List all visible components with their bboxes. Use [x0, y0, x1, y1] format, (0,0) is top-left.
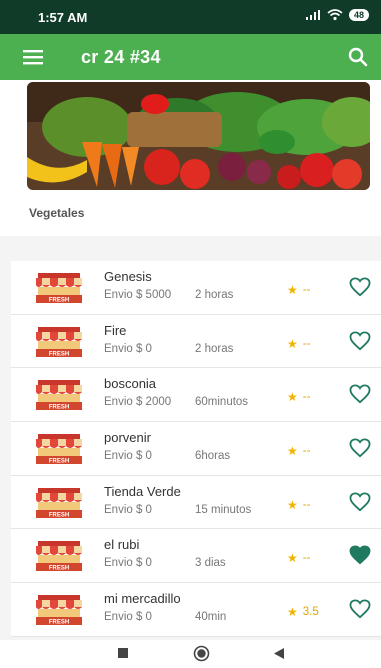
heart-icon[interactable]	[349, 545, 371, 565]
search-icon[interactable]	[345, 44, 371, 70]
store-name: Fire	[104, 322, 127, 338]
delivery-time: 2 horas	[195, 289, 234, 301]
star-icon: ★	[287, 336, 298, 351]
store-rating: ★ --	[287, 337, 310, 351]
signal-icon	[305, 10, 320, 20]
fresh-store-logo: FRESH	[36, 487, 82, 518]
heart-icon[interactable]	[349, 599, 371, 619]
store-rating: ★ --	[287, 390, 310, 404]
store-name: el rubi	[104, 537, 140, 553]
status-time: 1:57 AM	[38, 10, 88, 25]
store-row[interactable]: FRESH Tienda Verde Envio $ 0 15 minutos …	[11, 475, 381, 530]
svg-text:FRESH: FRESH	[49, 405, 69, 411]
rating-value: --	[302, 445, 311, 458]
shipping-cost: Envio $ 2000	[104, 396, 172, 409]
shipping-cost: Envio $ 0	[104, 450, 152, 463]
star-icon: ★	[287, 444, 298, 459]
recents-square-icon[interactable]	[117, 647, 129, 659]
store-list: FRESH Genesis Envio $ 5000 2 horas ★ -- F…	[11, 261, 381, 637]
store-name: bosconia	[104, 376, 157, 392]
rating-value: 3.5	[302, 606, 319, 619]
store-row[interactable]: FRESH porvenir Envio $ 0 6horas ★ --	[11, 422, 381, 476]
svg-text:FRESH: FRESH	[49, 351, 69, 357]
shipping-cost: Envio $ 0	[104, 557, 152, 570]
svg-text:FRESH: FRESH	[49, 620, 69, 626]
category-label: Vegetales	[29, 206, 85, 220]
heart-icon[interactable]	[349, 384, 371, 404]
heart-icon[interactable]	[349, 492, 371, 512]
vegetables-banner-image[interactable]	[27, 82, 370, 190]
delivery-time: 2 horas	[195, 342, 234, 355]
store-rating: ★ --	[287, 498, 310, 512]
delivery-time: 60minutos	[195, 396, 249, 409]
star-icon: ★	[287, 390, 298, 405]
shipping-cost: Envio $ 0	[104, 611, 152, 624]
home-circle-icon[interactable]	[193, 645, 210, 662]
system-nav-bar	[0, 640, 381, 668]
svg-text:FRESH: FRESH	[49, 298, 69, 304]
fresh-store-logo: FRESH	[36, 541, 82, 572]
store-name: porvenir	[104, 430, 151, 446]
fresh-store-logo: FRESH	[36, 326, 82, 357]
app-title: cr 24 #34	[81, 47, 161, 67]
back-triangle-icon[interactable]	[273, 647, 285, 660]
rating-value: --	[302, 498, 311, 511]
store-name: mi mercadillo	[104, 591, 181, 607]
delivery-time: 15 minutos	[195, 503, 252, 516]
rating-value: --	[302, 284, 311, 296]
delivery-time: 6horas	[195, 450, 231, 463]
status-icons: 48	[305, 9, 369, 21]
store-row[interactable]: FRESH Fire Envio $ 0 2 horas ★ --	[11, 314, 381, 369]
fresh-store-logo: FRESH	[36, 434, 82, 465]
heart-icon[interactable]	[349, 331, 371, 351]
store-row[interactable]: FRESH mi mercadillo Envio $ 0 40min ★ 3.5	[11, 583, 381, 637]
star-icon: ★	[287, 551, 298, 566]
fresh-store-logo: FRESH	[36, 380, 82, 411]
fresh-store-logo: FRESH	[36, 595, 82, 626]
rating-value: --	[302, 391, 311, 404]
delivery-time: 3 dias	[195, 557, 226, 570]
battery-indicator: 48	[348, 9, 369, 21]
svg-text:FRESH: FRESH	[49, 512, 69, 518]
store-rating: ★ --	[287, 551, 310, 565]
svg-text:FRESH: FRESH	[49, 459, 69, 465]
store-row[interactable]: FRESH bosconia Envio $ 2000 60minutos ★ -…	[11, 368, 381, 423]
heart-icon[interactable]	[349, 277, 371, 297]
shipping-cost: Envio $ 0	[104, 503, 152, 516]
wifi-icon	[327, 9, 343, 21]
store-list-area: FRESH Genesis Envio $ 5000 2 horas ★ -- F…	[0, 236, 381, 640]
rating-value: --	[302, 552, 311, 565]
fresh-store-logo: FRESH	[36, 273, 82, 304]
hamburger-menu-icon[interactable]	[20, 46, 46, 68]
delivery-time: 40min	[195, 611, 227, 624]
store-rating: ★ 3.5	[287, 605, 319, 619]
rating-value: --	[302, 337, 311, 350]
shipping-cost: Envio $ 5000	[104, 289, 172, 301]
store-rating: ★ --	[287, 444, 310, 458]
app-bar: cr 24 #34	[0, 34, 381, 80]
store-name: Tienda Verde	[104, 483, 181, 499]
svg-text:FRESH: FRESH	[49, 566, 69, 572]
shipping-cost: Envio $ 0	[104, 342, 152, 355]
store-row[interactable]: FRESH Genesis Envio $ 5000 2 horas ★ --	[11, 261, 381, 315]
status-bar: 1:57 AM 48	[0, 0, 381, 34]
store-row[interactable]: FRESH el rubi Envio $ 0 3 dias ★ --	[11, 529, 381, 584]
star-icon: ★	[287, 605, 298, 620]
heart-icon[interactable]	[349, 438, 371, 458]
star-icon: ★	[287, 283, 298, 297]
store-rating: ★ --	[287, 283, 310, 297]
store-name: Genesis	[104, 269, 152, 284]
star-icon: ★	[287, 497, 298, 512]
